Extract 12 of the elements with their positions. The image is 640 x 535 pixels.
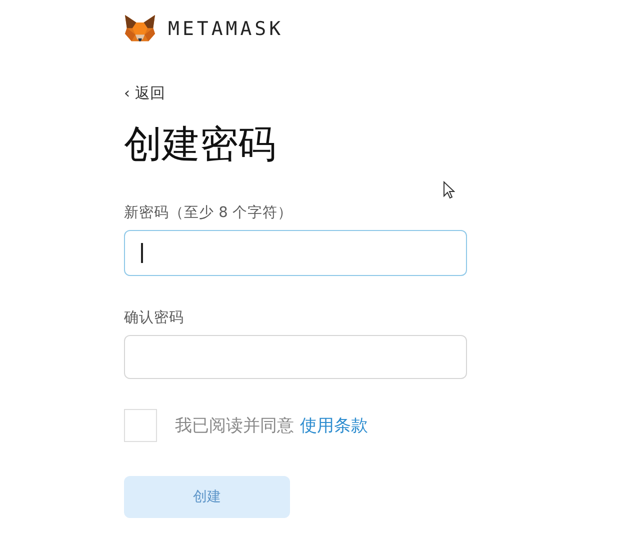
mouse-pointer-icon [443,181,455,199]
password-field[interactable] [124,230,467,276]
terms-text: 我已阅读并同意 [175,415,294,437]
page-title: 创建密码 [124,121,277,167]
back-link[interactable]: ‹ 返回 [124,84,165,103]
logo-wordmark: METAMASK [168,18,284,40]
password-field[interactable] [124,335,467,379]
terms-link[interactable]: 使用条款 [300,414,368,437]
field-label: 确认密码 [124,308,185,327]
field-label: 新密码（至少 8 个字符） [124,204,294,222]
fox-icon [124,14,156,44]
terms-checkbox[interactable] [124,409,157,442]
